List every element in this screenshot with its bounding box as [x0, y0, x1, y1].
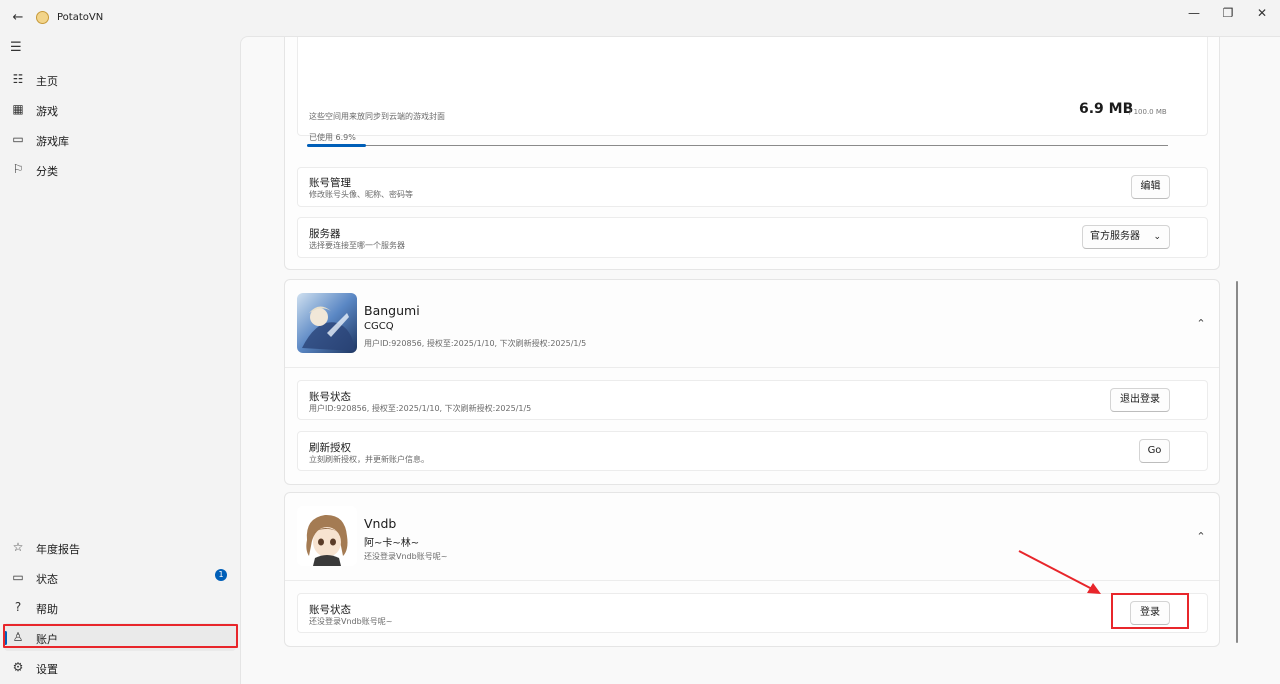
server-title: 服务器: [309, 228, 341, 240]
bangumi-card: Bangumi CGCQ 用户ID:920856, 授权至:2025/1/10,…: [284, 279, 1220, 485]
bangumi-status-title: 账号状态: [309, 391, 351, 403]
vndb-info: 还没登录Vndb账号呢~: [364, 552, 448, 561]
flag-icon: ⚐: [12, 162, 24, 176]
close-icon[interactable]: ✕: [1247, 4, 1277, 22]
server-dropdown-value: 官方服务器: [1090, 231, 1140, 242]
list-icon: ☷: [12, 72, 24, 86]
annotation-highlight-box: [1111, 593, 1189, 629]
star-icon: ☆: [12, 540, 24, 554]
storage-progress-fill: [307, 144, 367, 147]
divider: [285, 580, 1219, 581]
nav-item-categories[interactable]: ⚐ 分类: [4, 155, 236, 183]
bangumi-avatar: [297, 293, 357, 353]
chevron-up-icon[interactable]: ⌃: [1195, 318, 1207, 330]
chevron-down-icon: ⌄: [1153, 232, 1161, 242]
nav-item-settings[interactable]: ⚙ 设置: [4, 653, 236, 681]
hamburger-menu-icon[interactable]: ☰: [10, 40, 26, 56]
nav-item-label: 帮助: [36, 603, 58, 616]
account-mgmt-row: 账号管理 修改账号头像、昵称、密码等 编辑: [297, 167, 1208, 207]
back-arrow-icon[interactable]: ←: [8, 8, 28, 28]
gear-icon: ⚙: [12, 660, 24, 674]
edit-button[interactable]: 编辑: [1131, 175, 1170, 199]
vndb-name: Vndb: [364, 516, 397, 531]
bangumi-name: Bangumi: [364, 303, 420, 318]
bangumi-info: 用户ID:920856, 授权至:2025/1/10, 下次刷新授权:2025/…: [364, 339, 587, 348]
potato-account-card: 6.9 MB / 100.0 MB 这些空间用来放同步到云端的游戏封面 已使用 …: [284, 37, 1220, 270]
content-panel: 账户 6.9 MB / 100.0 MB 这些空间用来放同步到云端的游戏封面 已…: [240, 36, 1280, 684]
grid-icon: ▦: [12, 102, 24, 116]
refresh-go-button[interactable]: Go: [1139, 439, 1170, 463]
bangumi-username: CGCQ: [364, 321, 394, 332]
vndb-status-title: 账号状态: [309, 604, 351, 616]
nav-item-games[interactable]: ▦ 游戏: [4, 95, 236, 123]
server-row: 服务器 选择要连接至哪一个服务器 官方服务器 ⌄: [297, 217, 1208, 258]
vndb-username: 阿~卡~林~: [364, 538, 420, 549]
bangumi-refresh-row: 刷新授权 立刻刷新授权，并更新账户信息。 Go: [297, 431, 1208, 471]
folder-icon: ▭: [12, 132, 24, 146]
account-mgmt-title: 账号管理: [309, 177, 351, 189]
divider: [285, 367, 1219, 368]
server-subtitle: 选择要连接至哪一个服务器: [309, 241, 405, 250]
app-logo-icon: [36, 11, 49, 24]
nav-item-label: 分类: [36, 165, 58, 178]
chevron-up-icon[interactable]: ⌃: [1195, 531, 1207, 543]
bangumi-refresh-subtitle: 立刻刷新授权，并更新账户信息。: [309, 455, 429, 464]
question-icon: ?: [14, 600, 22, 614]
app-title: PotatoVN: [57, 12, 104, 23]
nav-item-label: 游戏库: [36, 135, 69, 148]
bangumi-status-row: 账号状态 用户ID:920856, 授权至:2025/1/10, 下次刷新授权:…: [297, 380, 1208, 420]
server-dropdown[interactable]: 官方服务器 ⌄: [1082, 225, 1170, 249]
restore-icon[interactable]: ❐: [1213, 4, 1243, 22]
nav-item-help[interactable]: ? 帮助: [4, 593, 236, 621]
vndb-card: Vndb 阿~卡~林~ 还没登录Vndb账号呢~ ⌃ 账号状态 还没登录Vndb…: [284, 492, 1220, 647]
bangumi-refresh-title: 刷新授权: [309, 442, 351, 454]
account-mgmt-subtitle: 修改账号头像、昵称、密码等: [309, 190, 413, 199]
monitor-icon: ▭: [12, 570, 24, 584]
annotation-highlight-box: [3, 624, 238, 648]
storage-progress: [296, 108, 1207, 148]
nav-item-label: 游戏: [36, 105, 58, 118]
vndb-avatar: [297, 506, 357, 566]
vertical-scrollbar[interactable]: [1236, 281, 1238, 643]
nav-item-annual-report[interactable]: ☆ 年度报告: [4, 533, 236, 561]
nav-item-status[interactable]: ▭ 状态 1: [4, 563, 236, 591]
notification-badge: 1: [215, 569, 227, 581]
nav-item-label: 年度报告: [36, 543, 80, 556]
bangumi-status-subtitle: 用户ID:920856, 授权至:2025/1/10, 下次刷新授权:2025/…: [309, 404, 532, 413]
nav-item-label: 设置: [36, 663, 58, 676]
logout-button[interactable]: 退出登录: [1110, 388, 1170, 412]
vndb-status-row: 账号状态 还没登录Vndb账号呢~ 登录: [297, 593, 1208, 633]
storage-progress-track: [307, 144, 1168, 147]
nav-item-home[interactable]: ☷ 主页: [4, 65, 236, 93]
title-bar: ← PotatoVN — ❐ ✕: [0, 0, 1280, 36]
nav-item-label: 状态: [36, 573, 58, 586]
minimize-icon[interactable]: —: [1179, 4, 1209, 22]
vndb-status-subtitle: 还没登录Vndb账号呢~: [309, 617, 393, 626]
nav-item-library[interactable]: ▭ 游戏库: [4, 125, 236, 153]
nav-item-label: 主页: [36, 75, 58, 88]
